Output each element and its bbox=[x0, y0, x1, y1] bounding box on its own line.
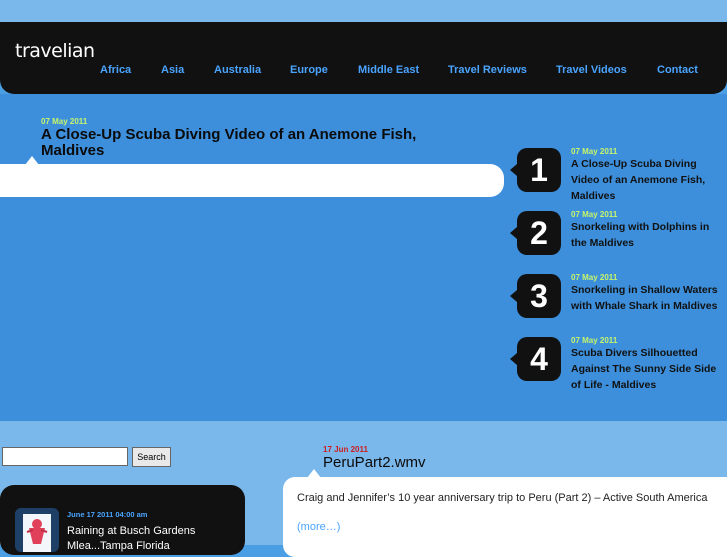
nav-contact[interactable]: Contact bbox=[657, 64, 698, 76]
rank-badge-2: 2 bbox=[517, 211, 561, 255]
site-logo[interactable]: travelian bbox=[15, 40, 95, 62]
rank-badge-3: 3 bbox=[517, 274, 561, 318]
nav-travel-reviews[interactable]: Travel Reviews bbox=[448, 64, 527, 76]
nav-asia[interactable]: Asia bbox=[161, 64, 184, 76]
search-input[interactable] bbox=[2, 447, 128, 466]
popular-title-3[interactable]: Snorkeling in Shallow Waters with Whale … bbox=[571, 282, 726, 314]
nav-africa[interactable]: Africa bbox=[100, 64, 131, 76]
popular-title-2[interactable]: Snorkeling with Dolphins in the Maldives bbox=[571, 219, 726, 251]
read-more-link[interactable]: (more…) bbox=[297, 521, 340, 533]
thumbnail-image bbox=[23, 514, 51, 552]
rank-badge-1: 1 bbox=[517, 148, 561, 192]
popular-title-1[interactable]: A Close-Up Scuba Diving Video of an Anem… bbox=[571, 156, 726, 204]
featured-title[interactable]: A Close-Up Scuba Diving Video of an Anem… bbox=[41, 127, 461, 159]
popular-title-4[interactable]: Scuba Divers Silhouetted Against The Sun… bbox=[571, 345, 726, 393]
rank-badge-4: 4 bbox=[517, 337, 561, 381]
search-button[interactable]: Search bbox=[132, 447, 171, 467]
top-band bbox=[0, 0, 727, 22]
featured-content-bubble bbox=[0, 164, 504, 197]
header-bar: travelian Africa Asia Australia Europe M… bbox=[0, 22, 727, 94]
recent-post-date: June 17 2011 04:00 am bbox=[67, 510, 148, 519]
featured-date: 07 May 2011 bbox=[41, 117, 88, 126]
post-title[interactable]: PeruPart2.wmv bbox=[323, 454, 426, 471]
post-date: 17 Jun 2011 bbox=[323, 445, 368, 454]
popular-date-3: 07 May 2011 bbox=[571, 273, 618, 282]
recent-post-title[interactable]: Raining at Busch Gardens Mlea...Tampa Fl… bbox=[67, 524, 237, 554]
nav-middle-east[interactable]: Middle East bbox=[358, 64, 419, 76]
post-content-bubble bbox=[283, 477, 727, 557]
popular-date-1: 07 May 2011 bbox=[571, 147, 618, 156]
popular-date-2: 07 May 2011 bbox=[571, 210, 618, 219]
nav-australia[interactable]: Australia bbox=[214, 64, 261, 76]
nav-europe[interactable]: Europe bbox=[290, 64, 328, 76]
post-excerpt: Craig and Jennifer’s 10 year anniversary… bbox=[297, 492, 708, 504]
nav-travel-videos[interactable]: Travel Videos bbox=[556, 64, 627, 76]
popular-date-4: 07 May 2011 bbox=[571, 336, 618, 345]
post-thumbnail[interactable] bbox=[15, 508, 59, 552]
